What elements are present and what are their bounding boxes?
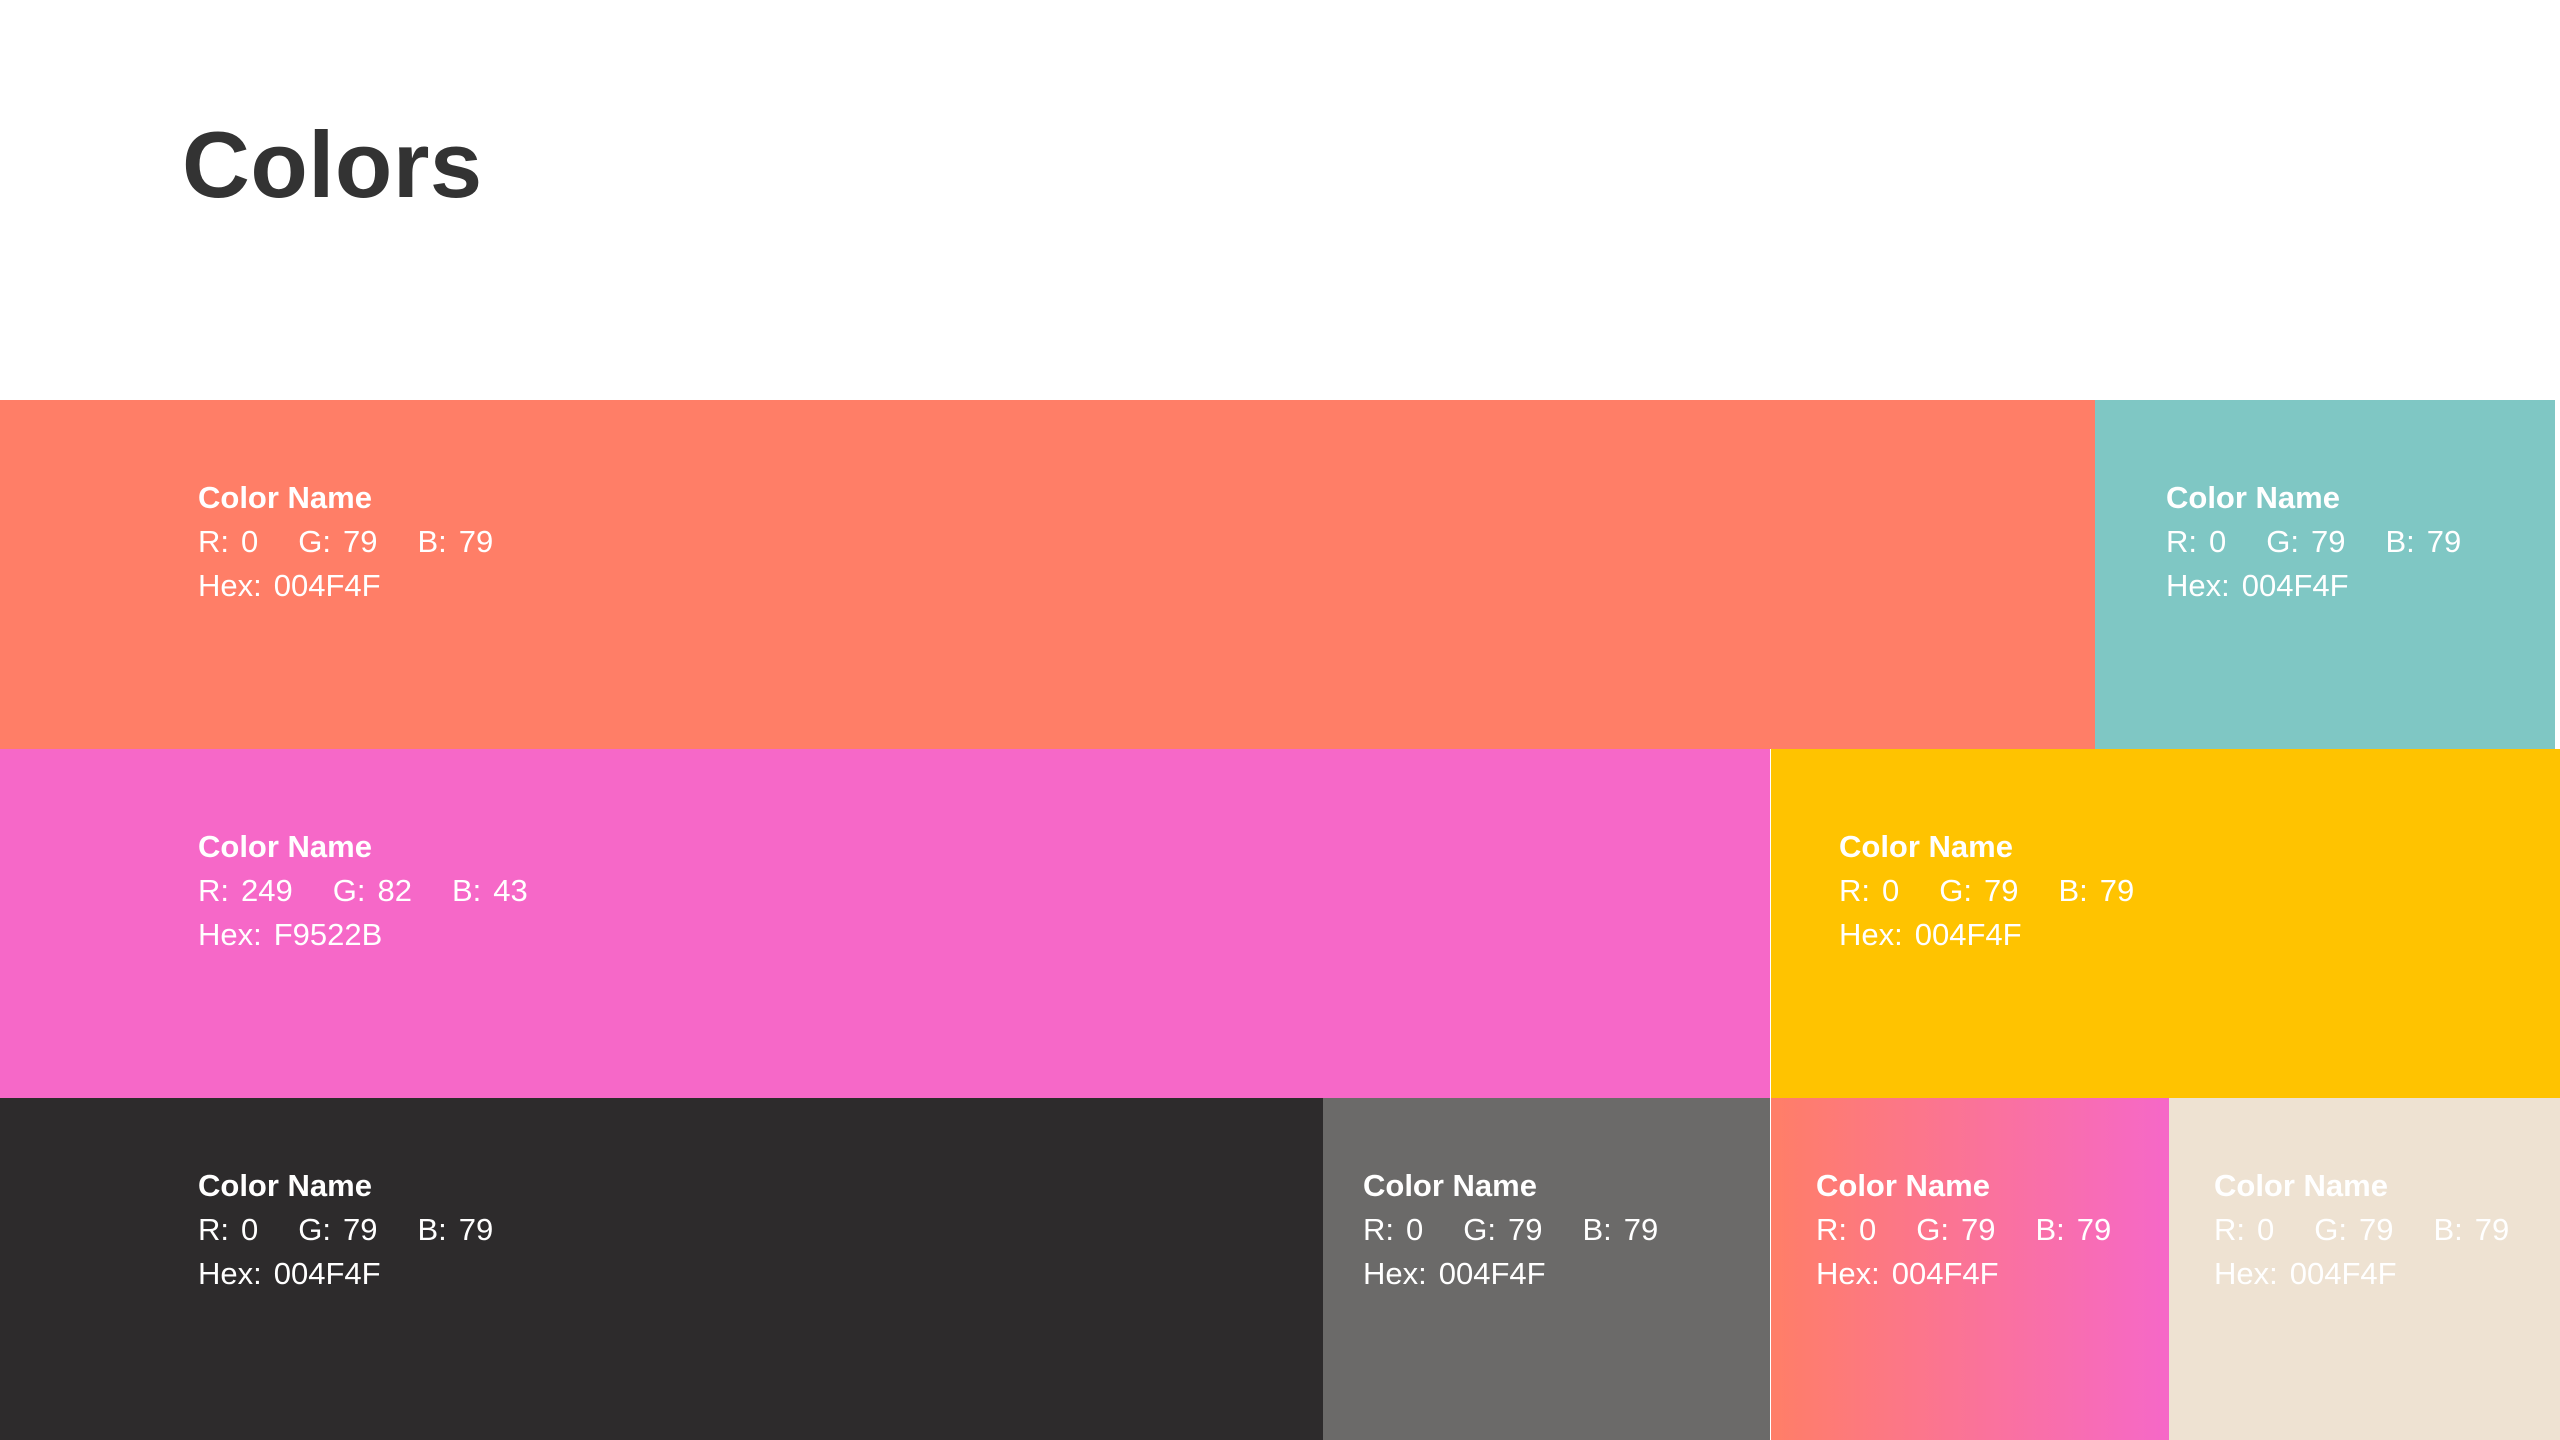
swatch-rgb: R: 249 G: 82 B: 43 <box>198 873 528 908</box>
swatch-beige[interactable]: Color Name R: 0 G: 79 B: 79 Hex: 004F4F <box>2169 1098 2560 1440</box>
swatch-hex: Hex: 004F4F <box>198 568 381 603</box>
swatch-color-name: Color Name <box>198 829 372 864</box>
swatch-dark[interactable]: Color Name R: 0 G: 79 B: 79 Hex: 004F4F <box>0 1098 1323 1440</box>
swatch-gradient[interactable]: Color Name R: 0 G: 79 B: 79 Hex: 004F4F <box>1771 1098 2169 1440</box>
swatch-hex: Hex: F9522B <box>198 917 383 952</box>
swatch-info: Color Name R: 0 G: 79 B: 79 Hex: 004F4F <box>2166 476 2461 608</box>
swatch-hex: Hex: 004F4F <box>1363 1256 1546 1291</box>
swatch-color-name: Color Name <box>198 1168 372 1203</box>
swatch-rgb: R: 0 G: 79 B: 79 <box>1839 873 2135 908</box>
page-title: Colors <box>182 112 483 217</box>
swatch-info: Color Name R: 0 G: 79 B: 79 Hex: 004F4F <box>198 1164 493 1296</box>
swatch-rgb: R: 0 G: 79 B: 79 <box>1816 1212 2112 1247</box>
swatch-gray[interactable]: Color Name R: 0 G: 79 B: 79 Hex: 004F4F <box>1323 1098 1770 1440</box>
swatch-color-name: Color Name <box>1839 829 2013 864</box>
swatch-color-name: Color Name <box>198 480 372 515</box>
swatch-info: Color Name R: 0 G: 79 B: 79 Hex: 004F4F <box>1816 1164 2111 1296</box>
swatch-color-name: Color Name <box>1363 1168 1537 1203</box>
swatch-color-name: Color Name <box>1816 1168 1990 1203</box>
swatch-hex: Hex: 004F4F <box>1816 1256 1999 1291</box>
swatch-rgb: R: 0 G: 79 B: 79 <box>2214 1212 2510 1247</box>
swatch-color-name: Color Name <box>2166 480 2340 515</box>
swatch-hex: Hex: 004F4F <box>2214 1256 2397 1291</box>
swatch-rgb: R: 0 G: 79 B: 79 <box>2166 524 2462 559</box>
swatch-info: Color Name R: 0 G: 79 B: 79 Hex: 004F4F <box>2214 1164 2509 1296</box>
swatch-coral[interactable]: Color Name R: 0 G: 79 B: 79 Hex: 004F4F <box>0 400 2095 749</box>
swatch-rgb: R: 0 G: 79 B: 79 <box>1363 1212 1659 1247</box>
swatch-hex: Hex: 004F4F <box>198 1256 381 1291</box>
swatch-info: Color Name R: 0 G: 79 B: 79 Hex: 004F4F <box>198 476 493 608</box>
swatch-info: Color Name R: 249 G: 82 B: 43 Hex: F9522B <box>198 825 528 957</box>
swatch-info: Color Name R: 0 G: 79 B: 79 Hex: 004F4F <box>1363 1164 1658 1296</box>
swatch-pink[interactable]: Color Name R: 249 G: 82 B: 43 Hex: F9522B <box>0 749 1770 1098</box>
swatch-teal[interactable]: Color Name R: 0 G: 79 B: 79 Hex: 004F4F <box>2095 400 2555 749</box>
swatch-info: Color Name R: 0 G: 79 B: 79 Hex: 004F4F <box>1839 825 2134 957</box>
swatch-rgb: R: 0 G: 79 B: 79 <box>198 1212 494 1247</box>
color-palette-slide: Colors Color Name R: 0 G: 79 B: 79 Hex: 004F4F… <box>0 0 2560 1440</box>
swatch-hex: Hex: 004F4F <box>2166 568 2349 603</box>
swatch-hex: Hex: 004F4F <box>1839 917 2022 952</box>
swatch-rgb: R: 0 G: 79 B: 79 <box>198 524 494 559</box>
swatch-yellow[interactable]: Color Name R: 0 G: 79 B: 79 Hex: 004F4F <box>1771 749 2560 1098</box>
swatch-color-name: Color Name <box>2214 1168 2388 1203</box>
